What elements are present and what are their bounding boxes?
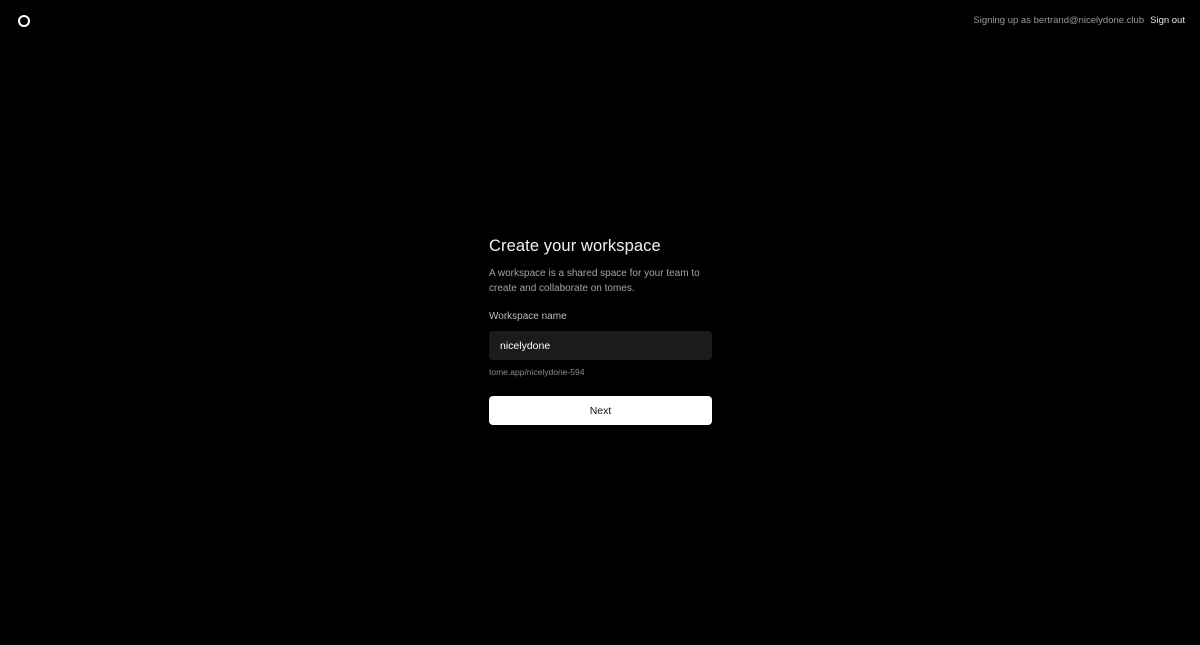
workspace-url-hint: tome.app/nicelydone-594 [489,367,585,377]
workspace-description: A workspace is a shared space for your t… [489,268,700,294]
create-workspace-form: Create your workspace A workspace is a s… [489,236,712,425]
signing-up-as-text: Signing up as bertrand@nicelydone.club [973,15,1145,26]
page-title: Create your workspace [489,237,661,255]
next-button[interactable]: Next [489,396,712,425]
workspace-name-label: Workspace name [489,311,567,322]
sign-out-link[interactable]: Sign out [1150,14,1185,28]
circle-logo-icon[interactable] [17,14,31,28]
workspace-name-input[interactable] [489,331,712,360]
workspace-setup-page: Signing up as bertrand@nicelydone.club S… [0,0,1200,645]
workspace-name-field [489,331,712,360]
account-bar: Signing up as bertrand@nicelydone.club S… [973,14,1185,28]
